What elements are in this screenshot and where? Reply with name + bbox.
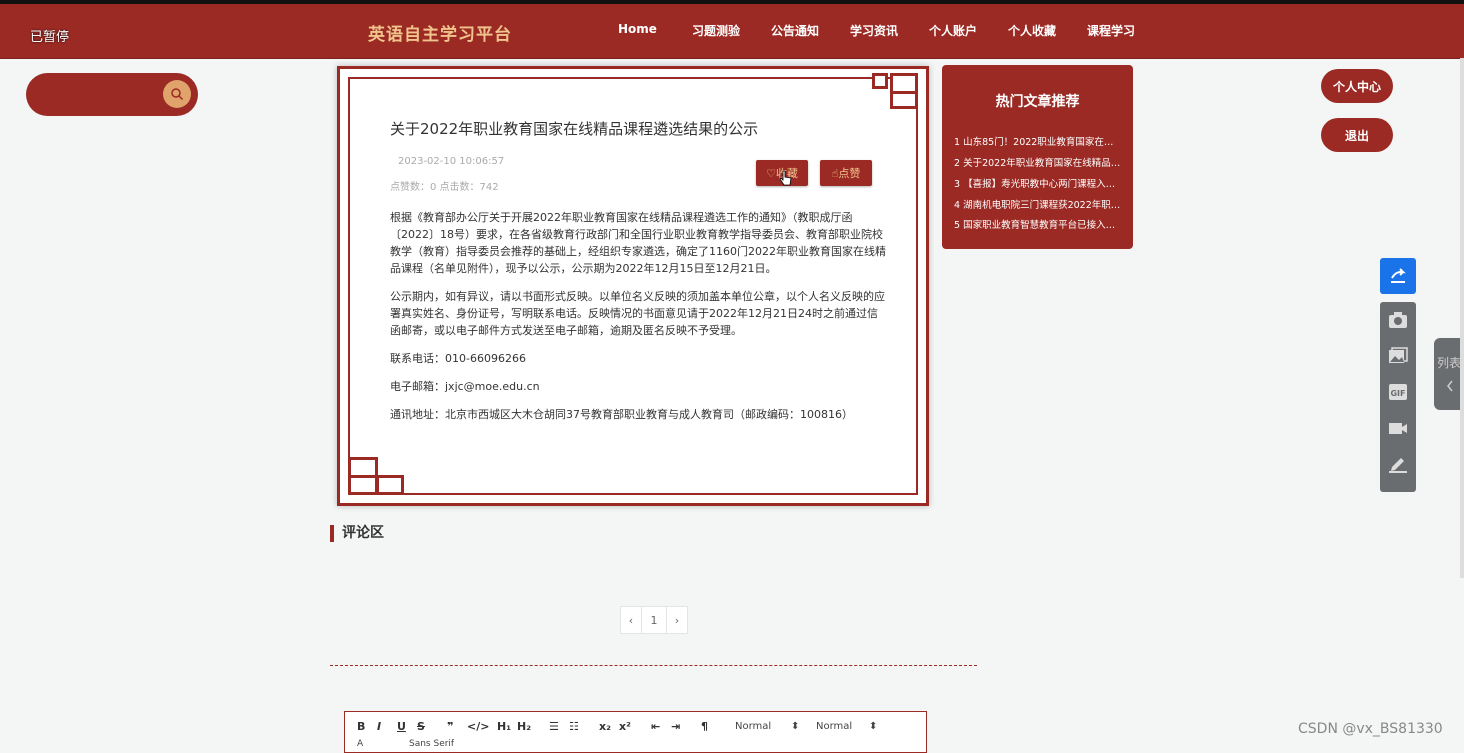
article-paragraph: 公示期内，如有异议，请以书面形式反映。以单位名义反映的须加盖本单位公章，以个人名… bbox=[390, 290, 885, 337]
gif-icon[interactable]: GIF bbox=[1388, 382, 1408, 402]
chevron-left-icon bbox=[1447, 380, 1453, 392]
hot-article-item[interactable]: 4 湖南机电职院三门课程获2022年职业教育 bbox=[954, 197, 1122, 211]
navbar: 已暂停 英语自主学习平台 Home 习题测验 公告通知 学习资讯 个人账户 个人… bbox=[0, 4, 1464, 59]
font-select[interactable]: Sans Serif bbox=[409, 739, 454, 749]
camera-icon[interactable] bbox=[1388, 310, 1408, 330]
article-card: 关于2022年职业教育国家在线精品课程遴选结果的公示 2023-02-10 10… bbox=[337, 66, 929, 506]
article-contact-email: 电子邮箱：jxjc@moe.edu.cn bbox=[390, 380, 540, 393]
article-stats: 点赞数：0 点击数：742 bbox=[390, 182, 499, 193]
nav-courses[interactable]: 课程学习 bbox=[1087, 22, 1135, 39]
nav-news[interactable]: 学习资讯 bbox=[850, 22, 898, 39]
corner-ornament bbox=[348, 475, 378, 495]
indent-icon[interactable]: ⇥ bbox=[671, 720, 680, 733]
next-page-button[interactable]: › bbox=[666, 606, 688, 634]
hand-cursor-icon bbox=[780, 170, 792, 186]
article-contact-phone: 联系电话：010-66096266 bbox=[390, 352, 526, 365]
chevron-updown-icon: ⬍ bbox=[791, 721, 800, 732]
nav-account[interactable]: 个人账户 bbox=[929, 22, 977, 39]
article-paragraph: 根据《教育部办公厅关于开展2022年职业教育国家在线精品课程遴选工作的通知》（教… bbox=[390, 211, 886, 275]
outdent-icon[interactable]: ⇤ bbox=[651, 720, 660, 733]
hot-articles-panel: 热门文章推荐 1 山东85门！2022职业教育国家在线精品课程 2 关于2022… bbox=[942, 65, 1133, 249]
dashed-divider bbox=[330, 665, 977, 666]
hot-article-item[interactable]: 1 山东85门！2022职业教育国家在线精品课程 bbox=[954, 134, 1122, 148]
corner-ornament bbox=[376, 475, 404, 495]
text-color-icon[interactable]: A bbox=[357, 739, 363, 749]
underline-icon[interactable]: U bbox=[397, 720, 406, 733]
header1-icon[interactable]: H₁ bbox=[497, 720, 511, 733]
paused-indicator: 已暂停 bbox=[30, 30, 70, 45]
like-button[interactable]: ☝点赞 bbox=[820, 160, 872, 186]
italic-icon[interactable]: I bbox=[377, 720, 381, 733]
bold-icon[interactable]: B bbox=[357, 720, 365, 733]
strike-icon[interactable]: S bbox=[417, 720, 425, 733]
hot-article-item[interactable]: 5 国家职业教育智慧教育平台已接入…… bbox=[954, 217, 1122, 231]
size-select[interactable]: Normal bbox=[816, 721, 852, 732]
nav-quiz[interactable]: 习题测验 bbox=[692, 22, 740, 39]
comment-editor[interactable]: B I U S ❞ </> H₁ H₂ ☰ ☷ x₂ x² ⇤ ⇥ ¶ Norm… bbox=[344, 711, 927, 753]
pagination: ‹ 1 › bbox=[620, 606, 688, 634]
user-center-button[interactable]: 个人中心 bbox=[1321, 69, 1393, 103]
bullet-list-icon[interactable]: ☷ bbox=[569, 720, 579, 733]
svg-text:GIF: GIF bbox=[1390, 389, 1405, 398]
nav-favorites[interactable]: 个人收藏 bbox=[1008, 22, 1056, 39]
share-icon bbox=[1391, 268, 1406, 283]
logout-button[interactable]: 退出 bbox=[1321, 118, 1393, 152]
comment-section-title: 评论区 bbox=[330, 525, 384, 542]
page-number-button[interactable]: 1 bbox=[641, 606, 667, 634]
superscript-icon[interactable]: x² bbox=[619, 720, 631, 733]
pen-icon[interactable] bbox=[1388, 454, 1408, 474]
search-icon bbox=[171, 88, 184, 101]
hot-article-item[interactable]: 2 关于2022年职业教育国家在线精品课程遴选 bbox=[954, 155, 1122, 169]
watermark: CSDN @vx_BS81330 bbox=[1298, 721, 1443, 737]
image-icon[interactable] bbox=[1388, 346, 1408, 366]
chevron-updown-icon: ⬍ bbox=[869, 721, 878, 732]
page-scrollbar[interactable] bbox=[1460, 58, 1464, 578]
nav-home[interactable]: Home bbox=[618, 22, 657, 36]
capture-toolbar: GIF bbox=[1380, 302, 1416, 492]
header-select[interactable]: Normal bbox=[735, 721, 771, 732]
corner-ornament bbox=[872, 73, 888, 89]
ordered-list-icon[interactable]: ☰ bbox=[549, 720, 559, 733]
text-direction-icon[interactable]: ¶ bbox=[701, 720, 708, 733]
corner-ornament bbox=[890, 91, 918, 109]
article-date: 2023-02-10 10:06:57 bbox=[398, 156, 505, 167]
share-button[interactable] bbox=[1380, 258, 1416, 294]
video-icon[interactable] bbox=[1388, 418, 1408, 438]
blockquote-icon[interactable]: ❞ bbox=[447, 720, 453, 733]
list-tab-label: 列表 bbox=[1437, 356, 1462, 370]
hot-articles-title: 热门文章推荐 bbox=[995, 94, 1080, 110]
subscript-icon[interactable]: x₂ bbox=[599, 720, 611, 733]
article-title: 关于2022年职业教育国家在线精品课程遴选结果的公示 bbox=[390, 120, 759, 138]
header2-icon[interactable]: H₂ bbox=[517, 720, 531, 733]
article-body: 根据《教育部办公厅关于开展2022年职业教育国家在线精品课程遴选工作的通知》（教… bbox=[390, 209, 886, 434]
prev-page-button[interactable]: ‹ bbox=[620, 606, 642, 634]
code-icon[interactable]: </> bbox=[467, 720, 489, 733]
site-title[interactable]: 英语自主学习平台 bbox=[368, 20, 512, 45]
hot-article-item[interactable]: 3 【喜报】寿光职教中心两门课程入选国家级 bbox=[954, 176, 1122, 190]
search-button[interactable] bbox=[163, 80, 191, 108]
article-contact-address: 通讯地址：北京市西城区大木仓胡同37号教育部职业教育与成人教育司（邮政编码：10… bbox=[390, 408, 853, 421]
nav-notice[interactable]: 公告通知 bbox=[771, 22, 819, 39]
